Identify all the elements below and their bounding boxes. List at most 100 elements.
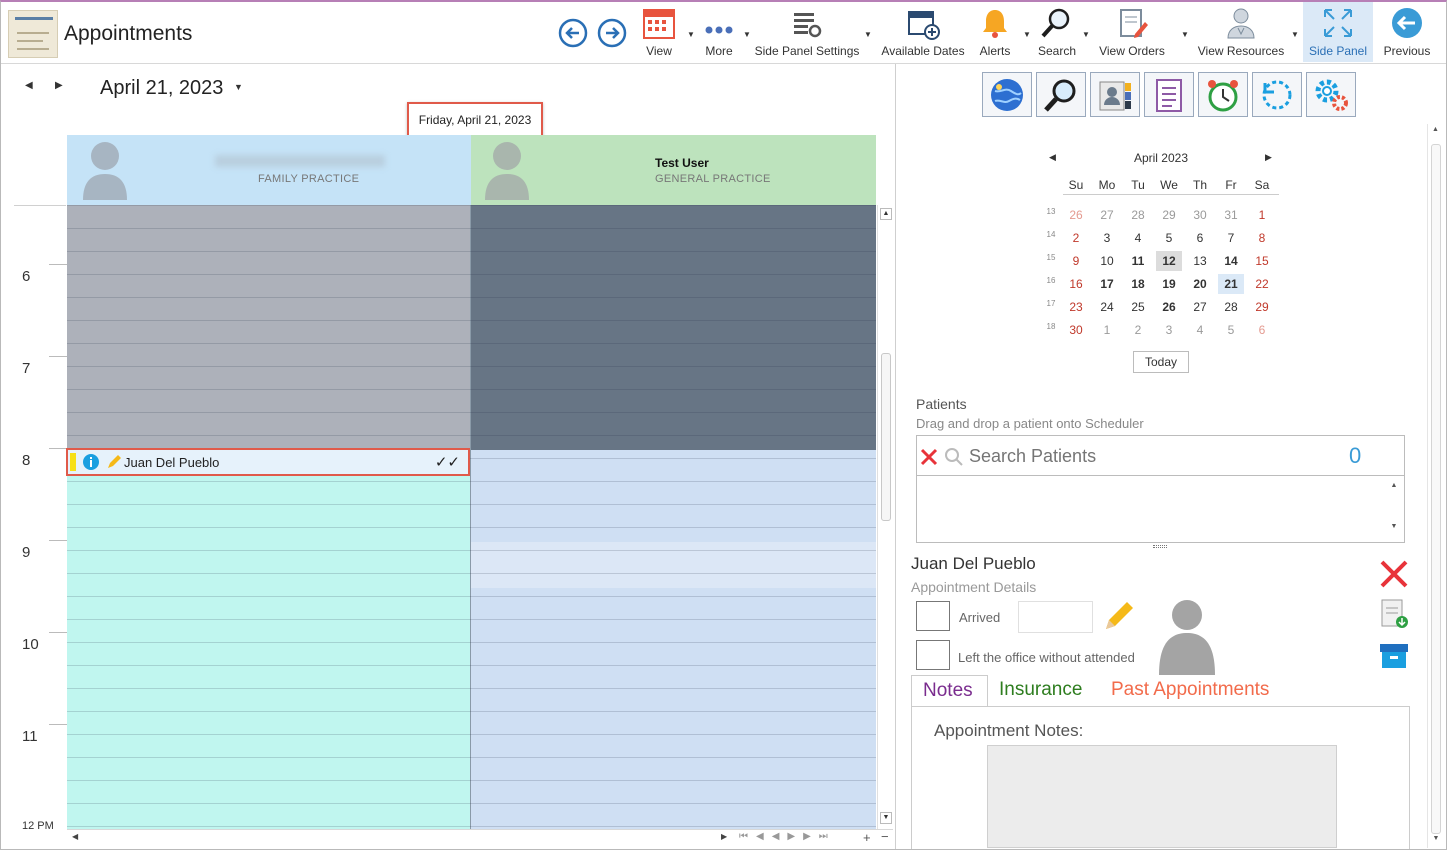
calendar-day[interactable]: 4 xyxy=(1187,320,1213,340)
edit-pencil-icon[interactable] xyxy=(1102,599,1136,633)
calendar-day[interactable]: 27 xyxy=(1187,297,1213,317)
side-panel-settings-caret-icon[interactable]: ▼ xyxy=(864,30,872,39)
zoom-in-icon[interactable]: + xyxy=(863,830,871,845)
date-dropdown-icon[interactable]: ▼ xyxy=(234,82,243,92)
left-without-attended-checkbox[interactable] xyxy=(916,640,950,670)
side-panel-scrollbar[interactable]: ▲ ▼ xyxy=(1427,124,1443,848)
alerts-button[interactable]: Alerts xyxy=(971,2,1019,62)
scroll-thumb[interactable] xyxy=(881,353,891,521)
tab-notes[interactable]: Notes xyxy=(911,675,988,707)
tab-past-appointments[interactable]: Past Appointments xyxy=(1111,679,1269,701)
refresh-button[interactable] xyxy=(1252,72,1302,117)
scroll-down-icon[interactable]: ▼ xyxy=(1387,523,1401,530)
search-caret-icon[interactable]: ▼ xyxy=(1082,30,1090,39)
scroll-left-icon[interactable]: ◀ xyxy=(72,832,78,841)
scheduler-vertical-scrollbar[interactable]: ▲ ▼ xyxy=(877,205,893,829)
calendar-day[interactable]: 31 xyxy=(1218,205,1244,225)
calendar-day[interactable]: 25 xyxy=(1125,297,1151,317)
scroll-thumb[interactable] xyxy=(1431,144,1441,834)
calendar-day[interactable]: 16 xyxy=(1063,274,1089,294)
calendar-day[interactable]: 5 xyxy=(1156,228,1182,248)
calendar-day[interactable]: 6 xyxy=(1249,320,1275,340)
archive-box-icon[interactable] xyxy=(1378,640,1410,670)
calendar-day[interactable]: 21 xyxy=(1218,274,1244,294)
scroll-up-icon[interactable]: ▲ xyxy=(1387,482,1401,489)
calendar-day[interactable]: 12 xyxy=(1156,251,1182,271)
offhours-column-1[interactable] xyxy=(67,205,471,450)
scroll-up-icon[interactable]: ▲ xyxy=(880,208,892,220)
calendar-day[interactable]: 29 xyxy=(1156,205,1182,225)
document-download-icon[interactable] xyxy=(1378,598,1410,630)
view-resources-button[interactable]: View Resources xyxy=(1195,2,1287,62)
calendar-day[interactable]: 14 xyxy=(1218,251,1244,271)
work-column-2[interactable] xyxy=(471,450,876,829)
calendar-day[interactable]: 5 xyxy=(1218,320,1244,340)
offhours-column-2[interactable] xyxy=(471,205,876,450)
settings-button[interactable] xyxy=(1306,72,1356,117)
checklist-button[interactable] xyxy=(1144,72,1194,117)
prev-date-icon[interactable]: ◀ xyxy=(25,80,33,91)
calendar-day[interactable]: 11 xyxy=(1125,251,1151,271)
forward-arrow-button[interactable] xyxy=(597,18,627,48)
calendar-day[interactable]: 13 xyxy=(1187,251,1213,271)
arrived-time-field[interactable] xyxy=(1018,601,1093,633)
previous-button[interactable]: Previous xyxy=(1379,2,1435,62)
side-panel-settings-button[interactable]: Side Panel Settings xyxy=(754,2,860,62)
calendar-day[interactable]: 8 xyxy=(1249,228,1275,248)
alarm-clock-button[interactable] xyxy=(1198,72,1248,117)
calendar-day[interactable]: 23 xyxy=(1063,297,1089,317)
calendar-day[interactable]: 1 xyxy=(1094,320,1120,340)
more-caret-icon[interactable]: ▼ xyxy=(743,30,751,39)
calendar-day[interactable]: 4 xyxy=(1125,228,1151,248)
calendar-day[interactable]: 28 xyxy=(1125,205,1151,225)
notes-textarea[interactable] xyxy=(987,745,1337,848)
arrived-checkbox[interactable] xyxy=(916,601,950,631)
calendar-day[interactable]: 1 xyxy=(1249,205,1275,225)
calendar-day[interactable]: 27 xyxy=(1094,205,1120,225)
side-panel-button[interactable]: Side Panel xyxy=(1303,2,1373,62)
view-caret-icon[interactable]: ▼ xyxy=(687,30,695,39)
calendar-day[interactable]: 17 xyxy=(1094,274,1120,294)
scroll-right-icon[interactable]: ▶ xyxy=(721,832,727,841)
more-button[interactable]: More xyxy=(697,2,741,62)
view-button[interactable]: View xyxy=(635,2,683,62)
calendar-day[interactable]: 3 xyxy=(1156,320,1182,340)
navigator-icons[interactable]: ⏮◀◀▶▶⏭ xyxy=(739,831,836,842)
delete-appointment-icon[interactable] xyxy=(1378,558,1410,590)
available-dates-button[interactable]: Available Dates xyxy=(879,2,967,62)
calendar-next-icon[interactable]: ▶ xyxy=(1265,152,1272,163)
scroll-down-icon[interactable]: ▼ xyxy=(880,812,892,824)
calendar-day[interactable]: 24 xyxy=(1094,297,1120,317)
calendar-day[interactable]: 30 xyxy=(1063,320,1089,340)
alerts-caret-icon[interactable]: ▼ xyxy=(1023,30,1031,39)
search-button[interactable]: Search xyxy=(1035,2,1079,62)
info-icon[interactable] xyxy=(82,453,100,471)
view-orders-caret-icon[interactable]: ▼ xyxy=(1181,30,1189,39)
calendar-day[interactable]: 22 xyxy=(1249,274,1275,294)
calendar-day[interactable]: 26 xyxy=(1156,297,1182,317)
calendar-day[interactable]: 29 xyxy=(1249,297,1275,317)
today-button[interactable]: Today xyxy=(1133,351,1189,373)
calendar-day[interactable]: 30 xyxy=(1187,205,1213,225)
calendar-day[interactable]: 2 xyxy=(1063,228,1089,248)
scroll-up-icon[interactable]: ▲ xyxy=(1428,126,1443,133)
clear-search-icon[interactable] xyxy=(919,447,939,467)
tab-insurance[interactable]: Insurance xyxy=(999,679,1082,701)
resource-header-1[interactable]: FAMILY PRACTICE xyxy=(67,135,471,205)
resource-header-2[interactable]: Test User GENERAL PRACTICE xyxy=(471,135,876,205)
calendar-month-label[interactable]: April 2023 xyxy=(1041,151,1281,165)
scroll-down-icon[interactable]: ▼ xyxy=(1428,835,1444,842)
globe-network-button[interactable] xyxy=(982,72,1032,117)
back-arrow-button[interactable] xyxy=(558,18,588,48)
calendar-day[interactable]: 18 xyxy=(1125,274,1151,294)
calendar-day[interactable]: 9 xyxy=(1063,251,1089,271)
next-date-icon[interactable]: ▶ xyxy=(55,80,63,91)
patients-search-input[interactable] xyxy=(969,444,1329,468)
view-orders-button[interactable]: View Orders xyxy=(1095,2,1169,62)
view-resources-caret-icon[interactable]: ▼ xyxy=(1291,30,1299,39)
calendar-day[interactable]: 7 xyxy=(1218,228,1244,248)
calendar-day[interactable]: 20 xyxy=(1187,274,1213,294)
calendar-day[interactable]: 6 xyxy=(1187,228,1213,248)
scheduler-grid[interactable] xyxy=(67,205,876,829)
calendar-day[interactable]: 26 xyxy=(1063,205,1089,225)
